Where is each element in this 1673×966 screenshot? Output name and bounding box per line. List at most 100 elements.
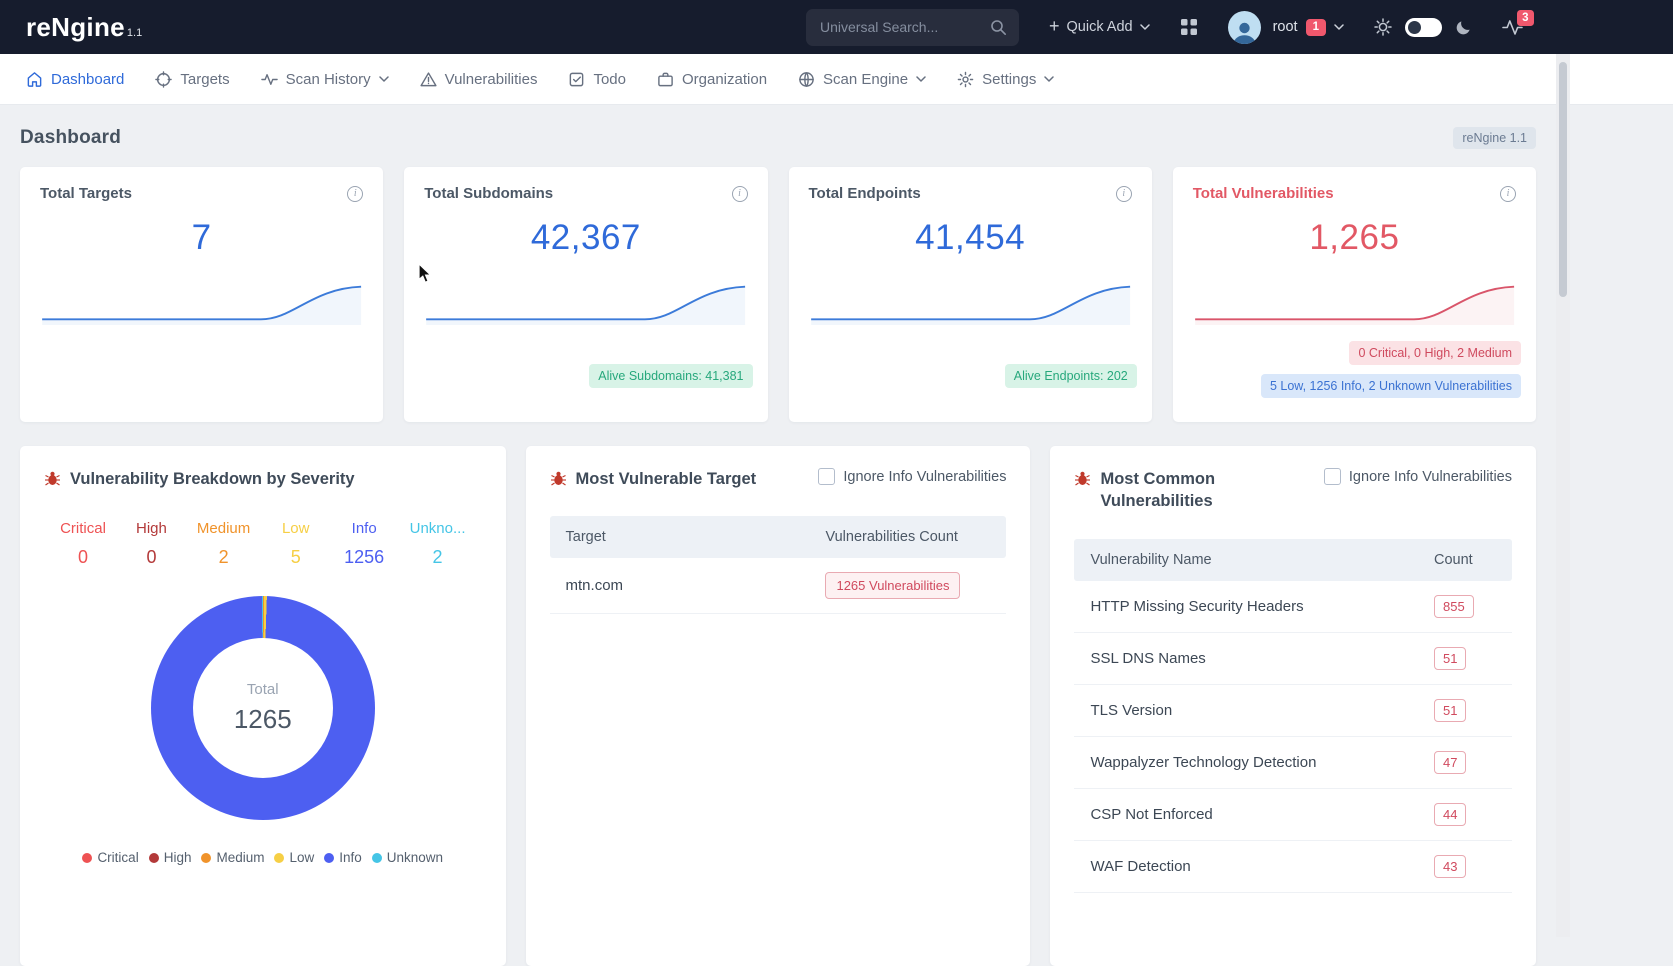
table-row: mtn.com 1265 Vulnerabilities (549, 558, 1007, 615)
nav-settings[interactable]: Settings (957, 71, 1055, 88)
user-menu[interactable]: root 1 (1272, 18, 1344, 36)
legend-label: Medium (216, 850, 265, 866)
donut-total-label: Total (246, 681, 279, 699)
donut-center: Total 1265 (192, 638, 333, 779)
nav-label: Scan Engine (823, 70, 909, 88)
count-badge[interactable]: 47 (1434, 750, 1467, 774)
severity-label: Critical (60, 520, 106, 538)
nav-scan-engine[interactable]: Scan Engine (798, 71, 926, 88)
main-nav: Dashboard Targets Scan History Vulnerabi… (0, 54, 1673, 105)
donut-legend: Critical High Medium Low Info Unknown (44, 850, 482, 865)
quick-add-button[interactable]: + Quick Add (1048, 16, 1150, 36)
table-row: HTTP Missing Security Headers 855 (1074, 581, 1512, 633)
legend-dot (371, 852, 382, 863)
nav-targets[interactable]: Targets (155, 71, 230, 88)
count-badge[interactable]: 44 (1434, 802, 1467, 826)
most-vulnerable-target-card: Most Vulnerable Target Ignore Info Vulne… (525, 446, 1031, 966)
severity-value: 2 (432, 547, 443, 568)
legend-item[interactable]: Medium (201, 850, 264, 865)
nav-vulnerabilities[interactable]: Vulnerabilities (420, 71, 537, 88)
check-square-icon (570, 72, 584, 86)
theme-toggle[interactable] (1405, 17, 1442, 37)
briefcase-icon (658, 72, 673, 86)
legend-dot (324, 852, 335, 863)
vulnerabilities-count-badge[interactable]: 1265 Vulnerabilities (825, 572, 961, 600)
info-summary-badge: 5 Low, 1256 Info, 2 Unknown Vulnerabilit… (1260, 374, 1521, 398)
info-icon[interactable]: i (347, 185, 364, 202)
severity-label: Low (281, 520, 310, 538)
severity-value: 0 (146, 547, 157, 568)
ignore-info-label: Ignore Info Vulnerabilities (1348, 468, 1512, 485)
bug-icon (45, 471, 60, 486)
severity-label: Medium (196, 520, 251, 538)
alive-subdomains-badge: Alive Subdomains: 41,381 (589, 364, 753, 388)
dashboard-content: Dashboard reNgine 1.1 Total Targets i 7 … (0, 127, 1556, 966)
count-badge[interactable]: 51 (1434, 646, 1467, 670)
legend-item[interactable]: Critical (82, 850, 139, 866)
scrollbar[interactable] (1556, 54, 1570, 937)
universal-search (805, 8, 1019, 46)
widget-title-text: Vulnerability Breakdown by Severity (70, 470, 355, 488)
sun-icon[interactable] (1374, 18, 1392, 36)
username: root (1272, 19, 1298, 35)
nav-label: Scan History (285, 70, 371, 88)
avatar[interactable] (1227, 10, 1261, 44)
notifications-button[interactable]: 3 (1502, 9, 1534, 36)
table-header: Target Vulnerabilities Count (549, 516, 1007, 559)
severity-summary-row: Critical 0 High 0 Medium 2 Low 5 Info 12… (44, 520, 482, 568)
legend-item[interactable]: Unknown (371, 850, 443, 865)
app-logo[interactable]: reNgine 1.1 (26, 14, 142, 40)
search-input[interactable] (805, 8, 1019, 46)
column-header: Target (565, 529, 606, 546)
moon-icon[interactable] (1455, 19, 1472, 36)
severity-value: 0 (77, 547, 88, 568)
table-row: WAF Detection 43 (1074, 841, 1512, 893)
severity-low: Low 5 (273, 520, 319, 568)
severity-info: Info 1256 (341, 520, 387, 568)
nav-dashboard[interactable]: Dashboard (26, 71, 124, 88)
severity-value: 1256 (344, 547, 385, 568)
nav-todo[interactable]: Todo (568, 71, 626, 88)
toggle-knob (1408, 20, 1421, 34)
target-name[interactable]: mtn.com (566, 577, 826, 594)
stat-card-total-subdomains: Total Subdomains i 42,367 Alive Subdomai… (404, 167, 768, 422)
notification-badge: 3 (1516, 9, 1534, 26)
chevron-down-icon (1334, 24, 1344, 30)
trend-sparkline (810, 285, 1130, 326)
ignore-info-option: Ignore Info Vulnerabilities (1323, 468, 1512, 485)
stat-card-total-endpoints: Total Endpoints i 41,454 Alive Endpoints… (788, 167, 1152, 422)
stat-card-total-vulnerabilities: Total Vulnerabilities i 1,265 0 Critical… (1172, 167, 1536, 422)
column-header: Count (1434, 551, 1473, 568)
stat-title: Total Vulnerabilities (1192, 185, 1334, 202)
ignore-info-checkbox[interactable] (818, 468, 836, 485)
severity-donut-chart: Total 1265 (150, 596, 375, 821)
legend-item[interactable]: High (148, 850, 191, 865)
ignore-info-checkbox[interactable] (1323, 468, 1341, 485)
user-count-badge: 1 (1305, 18, 1326, 36)
count-badge[interactable]: 855 (1434, 594, 1474, 618)
nav-scan-history[interactable]: Scan History (260, 70, 389, 88)
stat-value: 7 (191, 218, 212, 257)
info-icon[interactable]: i (1500, 185, 1516, 202)
legend-item[interactable]: Low (274, 850, 314, 865)
severity-label: Unkno... (409, 520, 466, 538)
info-icon[interactable]: i (1115, 185, 1132, 202)
version-badge: reNgine 1.1 (1453, 127, 1536, 149)
chevron-down-icon (378, 76, 389, 82)
severity-breakdown-card: Vulnerability Breakdown by Severity Crit… (20, 446, 506, 966)
legend-label: Critical (97, 850, 139, 866)
plus-icon: + (1048, 16, 1060, 36)
info-icon[interactable]: i (731, 185, 748, 202)
alive-endpoints-badge: Alive Endpoints: 202 (1004, 364, 1137, 388)
stat-value: 1,265 (1309, 218, 1400, 257)
legend-item[interactable]: Info (324, 850, 362, 865)
count-badge[interactable]: 43 (1434, 854, 1467, 878)
stat-title: Total Targets (40, 185, 132, 202)
vulnerability-name: WAF Detection (1090, 857, 1191, 875)
apps-grid-icon[interactable] (1180, 18, 1198, 36)
scrollbar-thumb[interactable] (1559, 62, 1567, 297)
trend-sparkline (426, 285, 746, 326)
nav-label: Todo (593, 70, 626, 88)
count-badge[interactable]: 51 (1434, 698, 1467, 722)
nav-organization[interactable]: Organization (657, 71, 767, 88)
